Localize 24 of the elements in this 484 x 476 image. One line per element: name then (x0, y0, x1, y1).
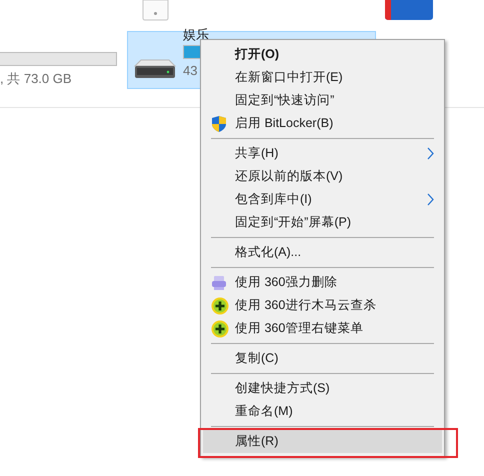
capacity-text: 43 (183, 62, 198, 80)
menu-item[interactable]: 在新窗口中打开(E) (203, 66, 442, 89)
menu-item[interactable]: 属性(R) (203, 430, 442, 453)
drive-icon (385, 0, 433, 21)
menu-item[interactable]: 创建快捷方式(S) (203, 377, 442, 400)
menu-item[interactable]: 还原以前的版本(V) (203, 165, 442, 188)
plus-circle-icon (211, 320, 229, 338)
menu-item[interactable]: 启用 BitLocker(B) (203, 112, 442, 135)
menu-item[interactable]: 固定到“开始”屏幕(P) (203, 211, 442, 234)
menu-item[interactable]: 使用 360管理右键菜单 (203, 317, 442, 340)
menu-item[interactable]: 共享(H) (203, 142, 442, 165)
capacity-text: , 共 73.0 GB (0, 70, 73, 88)
menu-item[interactable]: 格式化(A)... (203, 241, 442, 264)
menu-item[interactable]: 包含到库中(I) (203, 188, 442, 211)
menu-item[interactable]: 复制(C) (203, 347, 442, 370)
hard-drive-icon (133, 58, 177, 80)
menu-item[interactable]: 打开(O) (203, 43, 442, 66)
shredder-icon (211, 275, 227, 291)
menu-item[interactable]: 固定到“快速访问” (203, 89, 442, 112)
shield-icon (211, 115, 227, 133)
menu-item[interactable]: 使用 360进行木马云查杀 (203, 294, 442, 317)
menu-item[interactable]: 重命名(M) (203, 400, 442, 423)
plus-circle-icon (211, 297, 229, 315)
menu-item[interactable]: 使用 360强力删除 (203, 271, 442, 294)
